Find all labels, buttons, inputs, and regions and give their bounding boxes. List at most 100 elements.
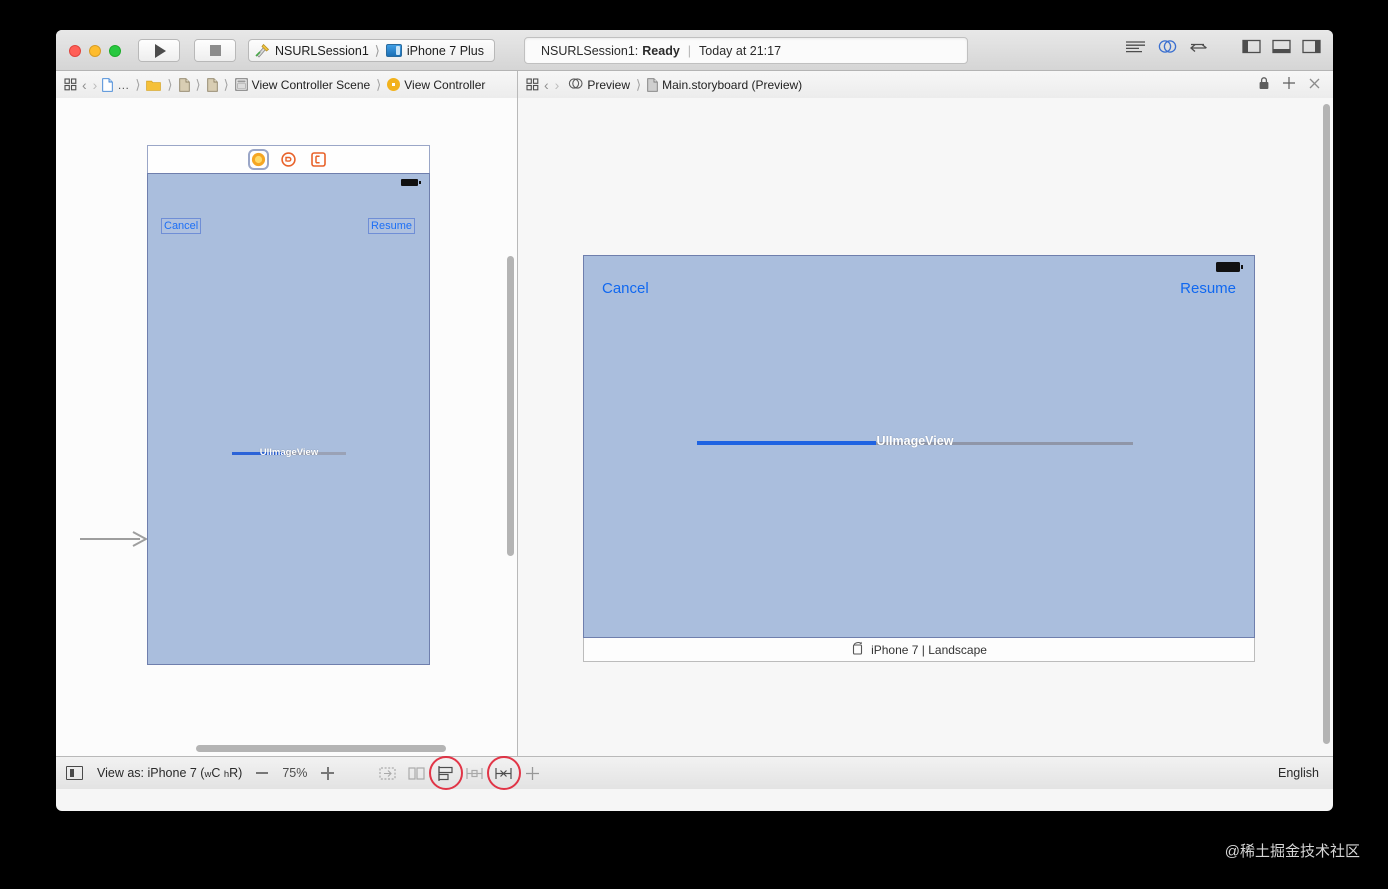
view-as-width-class: C bbox=[211, 766, 224, 780]
breadcrumb-preview-label: Preview bbox=[587, 77, 631, 92]
storyboard-file-icon bbox=[647, 77, 658, 92]
standard-editor-button[interactable] bbox=[1125, 39, 1146, 59]
group-file-icon[interactable] bbox=[178, 77, 190, 92]
breadcrumb-project[interactable] bbox=[102, 77, 114, 92]
related-items-icon[interactable] bbox=[526, 78, 539, 91]
zoom-out-button[interactable] bbox=[256, 772, 269, 774]
folder-icon[interactable] bbox=[146, 79, 162, 91]
rotate-device-icon[interactable] bbox=[851, 641, 865, 658]
scheme-name: NSURLSession1 bbox=[275, 43, 369, 58]
back-button[interactable]: ‹ bbox=[543, 77, 550, 93]
run-button[interactable] bbox=[139, 40, 179, 61]
version-editor-button[interactable] bbox=[1189, 39, 1210, 59]
xcode-window: NSURLSession1 ⟩ iPhone 7 Plus NSURLSessi… bbox=[56, 30, 1333, 811]
toggle-debug-area-button[interactable] bbox=[1272, 39, 1291, 59]
jump-bars: ‹ › … ⟩ ⟩ ⟩ ⟩ View Controller Scene ⟩ Vi… bbox=[56, 71, 1333, 98]
stop-button[interactable] bbox=[195, 40, 235, 61]
back-button[interactable]: ‹ bbox=[81, 77, 88, 93]
preview-device-caption[interactable]: iPhone 7 | Landscape bbox=[583, 638, 1255, 662]
forward-button[interactable]: › bbox=[554, 77, 561, 93]
device-canvas[interactable]: Cancel Resume UIImageView bbox=[147, 173, 430, 665]
view-controller-scene[interactable]: Cancel Resume UIImageView bbox=[147, 145, 430, 665]
preview-canvas[interactable]: Cancel Resume UIImageView iPhone 7 | Lan… bbox=[518, 98, 1333, 756]
zoom-in-button[interactable] bbox=[321, 766, 335, 780]
scene-dock bbox=[147, 145, 430, 173]
resume-button[interactable]: Resume bbox=[368, 218, 415, 234]
scene-icon bbox=[234, 78, 248, 91]
stop-icon bbox=[209, 45, 221, 56]
minimize-window-button[interactable] bbox=[89, 45, 101, 57]
breadcrumb-scene-label: View Controller Scene bbox=[251, 77, 371, 92]
toggle-utilities-button[interactable] bbox=[1302, 39, 1321, 59]
canvas-vertical-scrollbar[interactable] bbox=[507, 256, 514, 556]
forward-button[interactable]: › bbox=[92, 77, 99, 93]
hammer-icon bbox=[255, 43, 270, 58]
breadcrumb-ellipsis[interactable]: … bbox=[117, 78, 129, 92]
view-as-height-class: R) bbox=[229, 766, 243, 780]
exit-dock-icon[interactable] bbox=[311, 152, 326, 167]
breadcrumb-separator-icon: ⟩ bbox=[195, 76, 201, 92]
status-time: Today at 21:17 bbox=[699, 43, 782, 58]
activity-status-bar: NSURLSession1: Ready | Today at 21:17 bbox=[524, 37, 968, 64]
view-controller-dock-icon[interactable] bbox=[248, 149, 269, 170]
status-project: NSURLSession1: bbox=[541, 43, 639, 58]
preview-device-screen[interactable]: Cancel Resume UIImageView bbox=[583, 255, 1255, 638]
scheme-separator-icon: ⟩ bbox=[374, 42, 380, 58]
canvas-horizontal-scrollbar[interactable] bbox=[196, 745, 446, 752]
battery-icon bbox=[401, 179, 421, 186]
toolbar-right-group bbox=[1125, 39, 1321, 59]
pin-constraints-icon[interactable] bbox=[465, 765, 484, 782]
image-view-label: UIImageView bbox=[876, 434, 954, 448]
resolve-auto-layout-issues-icon[interactable] bbox=[523, 765, 542, 782]
image-view-label: UIImageView bbox=[259, 447, 319, 458]
preview-device-caption-label: iPhone 7 | Landscape bbox=[871, 642, 987, 657]
lock-icon[interactable] bbox=[1258, 76, 1270, 93]
toggle-navigator-button[interactable] bbox=[1242, 39, 1261, 59]
stop-button-group bbox=[194, 39, 236, 62]
view-as-prefix: View as: iPhone 7 ( bbox=[97, 766, 205, 780]
battery-icon bbox=[1216, 262, 1243, 272]
project-file-icon bbox=[102, 77, 114, 92]
close-window-button[interactable] bbox=[69, 45, 81, 57]
breadcrumb-separator-icon: ⟩ bbox=[167, 76, 173, 92]
maximize-window-button[interactable] bbox=[109, 45, 121, 57]
run-button-group bbox=[138, 39, 180, 62]
storyboard-file-icon[interactable] bbox=[206, 77, 218, 92]
preview-vertical-scrollbar[interactable] bbox=[1323, 104, 1330, 744]
interface-builder-canvas[interactable]: Cancel Resume UIImageView bbox=[56, 98, 518, 756]
destination-name: iPhone 7 Plus bbox=[406, 43, 485, 58]
toggle-document-outline-button[interactable] bbox=[66, 766, 83, 780]
breadcrumb-scene[interactable]: View Controller Scene bbox=[234, 77, 371, 92]
preview-device[interactable]: Cancel Resume UIImageView iPhone 7 | Lan… bbox=[583, 255, 1255, 662]
scheme-selector[interactable]: NSURLSession1 ⟩ iPhone 7 Plus bbox=[248, 39, 496, 62]
align-constraints-button[interactable] bbox=[436, 765, 455, 782]
view-as-label[interactable]: View as: iPhone 7 (wC hR) bbox=[97, 766, 242, 780]
breadcrumb-preview[interactable]: Preview bbox=[568, 77, 630, 93]
assistant-editor-button[interactable] bbox=[1157, 39, 1178, 59]
localization-language-label[interactable]: English bbox=[1278, 766, 1319, 780]
embed-in-stack-icon[interactable] bbox=[407, 765, 426, 782]
update-frames-icon[interactable] bbox=[378, 765, 397, 782]
resume-button[interactable]: Resume bbox=[1180, 280, 1236, 297]
related-items-icon[interactable] bbox=[64, 78, 77, 91]
status-state: Ready bbox=[642, 43, 680, 58]
initial-view-controller-arrow bbox=[80, 530, 149, 548]
add-new-constraints-button[interactable] bbox=[494, 765, 513, 782]
first-responder-dock-icon[interactable] bbox=[281, 152, 296, 167]
auto-layout-toolbar bbox=[378, 765, 542, 782]
window-titlebar: NSURLSession1 ⟩ iPhone 7 Plus NSURLSessi… bbox=[56, 30, 1333, 71]
add-assistant-editor-button[interactable] bbox=[1282, 76, 1296, 93]
cancel-button[interactable]: Cancel bbox=[602, 280, 649, 297]
progress-view: UIImageView bbox=[697, 434, 1133, 452]
cancel-button[interactable]: Cancel bbox=[161, 218, 202, 234]
breadcrumb-viewcontroller[interactable]: View Controller bbox=[387, 78, 485, 92]
screen-root: NSURLSession1 ⟩ iPhone 7 Plus NSURLSessi… bbox=[0, 0, 1388, 889]
view-controller-icon bbox=[387, 78, 401, 91]
preview-jump-bar: ‹ › Preview ⟩ Main.storyboard (Preview) bbox=[518, 71, 1333, 98]
close-assistant-editor-button[interactable] bbox=[1308, 77, 1321, 93]
progress-view-selection[interactable]: UIImageView bbox=[232, 446, 346, 460]
simulator-icon bbox=[385, 44, 402, 57]
editor-jump-bar: ‹ › … ⟩ ⟩ ⟩ ⟩ View Controller Scene ⟩ Vi… bbox=[56, 71, 518, 98]
breadcrumb-preview-file[interactable]: Main.storyboard (Preview) bbox=[647, 78, 802, 92]
assistant-preview-icon bbox=[568, 77, 583, 93]
